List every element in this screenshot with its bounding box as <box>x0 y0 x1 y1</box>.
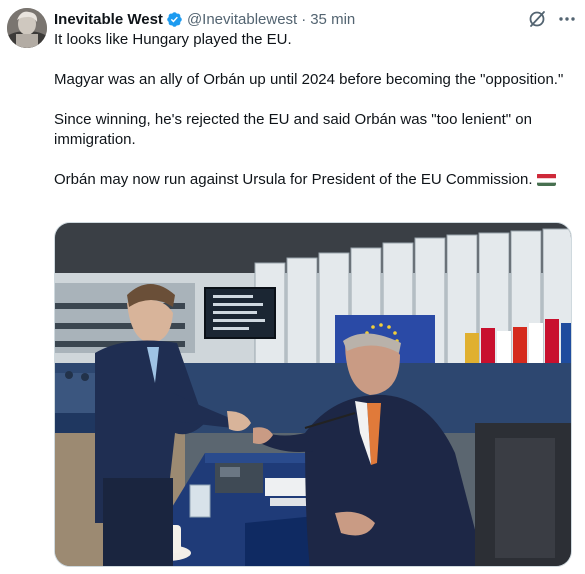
hungary-flag-icon <box>536 173 556 186</box>
avatar[interactable] <box>7 8 47 48</box>
tweet-card: Inevitable West @Inevitablewest · 35 min… <box>0 0 585 574</box>
verified-badge-icon <box>166 11 183 28</box>
tweet-paragraph: Magyar was an ally of Orbán up until 202… <box>54 71 564 88</box>
tweet-paragraph-last: Orbán may now run against Ursula for Pre… <box>54 170 574 190</box>
more-icon[interactable] <box>557 9 577 29</box>
tweet-text: It looks like Hungary played the EU. Mag… <box>54 30 574 190</box>
tweet-paragraph: It looks like Hungary played the EU. <box>54 31 292 48</box>
header-separator: · <box>301 10 307 28</box>
tweet-photo[interactable] <box>54 222 572 567</box>
grok-icon[interactable] <box>527 9 547 29</box>
tweet-header: Inevitable West @Inevitablewest · 35 min <box>54 9 525 29</box>
author-handle[interactable]: @Inevitablewest <box>187 11 297 28</box>
tweet-timestamp[interactable]: 35 min <box>310 11 355 28</box>
tweet-paragraph: Since winning, he's rejected the EU and … <box>54 111 532 148</box>
tweet-paragraph-text: Orbán may now run against Ursula for Pre… <box>54 171 533 188</box>
display-name[interactable]: Inevitable West <box>54 11 163 28</box>
